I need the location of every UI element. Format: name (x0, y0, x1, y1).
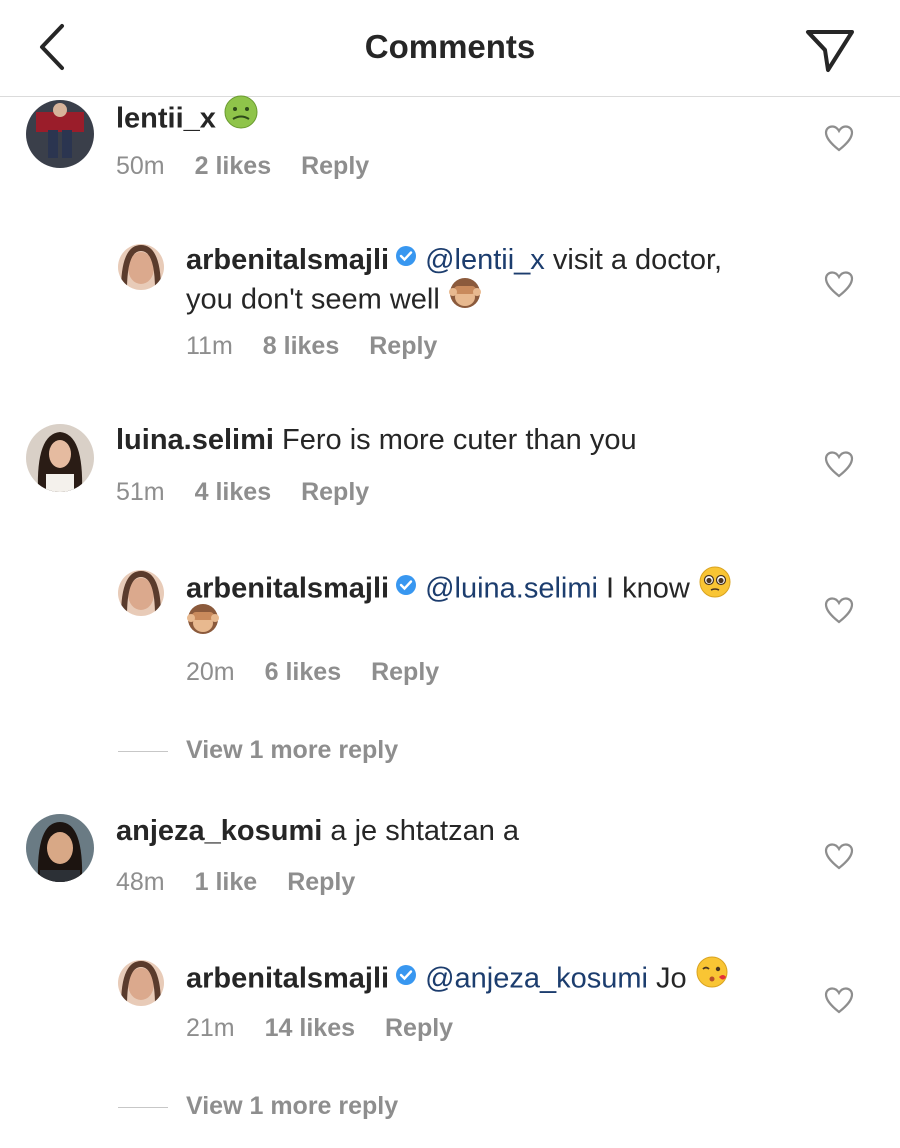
reply-button[interactable]: Reply (371, 658, 439, 686)
heart-icon[interactable] (824, 986, 854, 1014)
reply-username[interactable]: arbenitalsmajli (186, 573, 389, 605)
reply-button[interactable]: Reply (301, 152, 369, 180)
reply-text: Jo (647, 962, 687, 995)
reply-time: 11m (186, 332, 233, 360)
verified-badge-icon (395, 569, 417, 606)
nauseated-face-emoji (224, 95, 258, 139)
likes-count[interactable]: 8 likes (263, 332, 339, 360)
reply-time: 21m (186, 1014, 235, 1042)
comment-text: Fero is more cuter than you (282, 424, 637, 456)
divider-line (118, 1107, 168, 1108)
heart-icon[interactable] (824, 450, 854, 478)
comment-time: 48m (116, 868, 165, 896)
face-blowing-kiss-emoji (695, 955, 729, 999)
avatar[interactable] (118, 244, 164, 290)
likes-count[interactable]: 14 likes (265, 1014, 355, 1042)
avatar[interactable] (26, 424, 94, 492)
comment-text: a je shtatzan a (330, 815, 520, 847)
send-icon[interactable] (800, 20, 860, 76)
see-no-evil-monkey-emoji (448, 276, 482, 320)
heart-icon[interactable] (824, 596, 854, 624)
avatar[interactable] (26, 814, 94, 882)
comment-username[interactable]: anjeza_kosumi (116, 815, 322, 847)
reply-text: visit a doctor, (544, 244, 723, 276)
avatar[interactable] (118, 960, 164, 1006)
heart-icon[interactable] (824, 270, 854, 298)
heart-icon[interactable] (824, 842, 854, 870)
see-no-evil-monkey-emoji (186, 602, 220, 646)
reply-button[interactable]: Reply (301, 478, 369, 506)
view-more-replies-button[interactable]: View 1 more reply (186, 1092, 398, 1121)
avatar[interactable] (118, 570, 164, 616)
reply-button[interactable]: Reply (385, 1014, 453, 1042)
reply-text: I know (597, 572, 690, 605)
view-more-replies-button[interactable]: View 1 more reply (186, 736, 398, 765)
reply-button[interactable]: Reply (287, 868, 355, 896)
reply-button[interactable]: Reply (369, 332, 437, 360)
comment-time: 50m (116, 152, 165, 180)
likes-count[interactable]: 6 likes (265, 658, 341, 686)
verified-badge-icon (395, 959, 417, 996)
mention-link[interactable]: @luina.selimi (425, 573, 598, 605)
heart-icon[interactable] (824, 124, 854, 152)
mention-link[interactable]: @lentii_x (425, 244, 545, 276)
comment-time: 51m (116, 478, 165, 506)
likes-count[interactable]: 1 like (195, 868, 258, 896)
header: Comments (0, 0, 900, 97)
reply-username[interactable]: arbenitalsmajli (186, 963, 389, 995)
divider-line (118, 751, 168, 752)
page-title: Comments (364, 28, 536, 65)
likes-count[interactable]: 4 likes (195, 478, 271, 506)
verified-badge-icon (395, 240, 417, 277)
pleading-face-emoji (698, 565, 732, 609)
mention-link[interactable]: @anjeza_kosumi (425, 963, 648, 995)
avatar[interactable] (26, 100, 94, 168)
comment-username[interactable]: luina.selimi (116, 424, 274, 456)
likes-count[interactable]: 2 likes (195, 152, 271, 180)
reply-text-line2: you don't seem well (186, 283, 440, 316)
comment-username[interactable]: lentii_x (116, 103, 216, 135)
reply-username[interactable]: arbenitalsmajli (186, 244, 389, 276)
reply-time: 20m (186, 658, 235, 686)
